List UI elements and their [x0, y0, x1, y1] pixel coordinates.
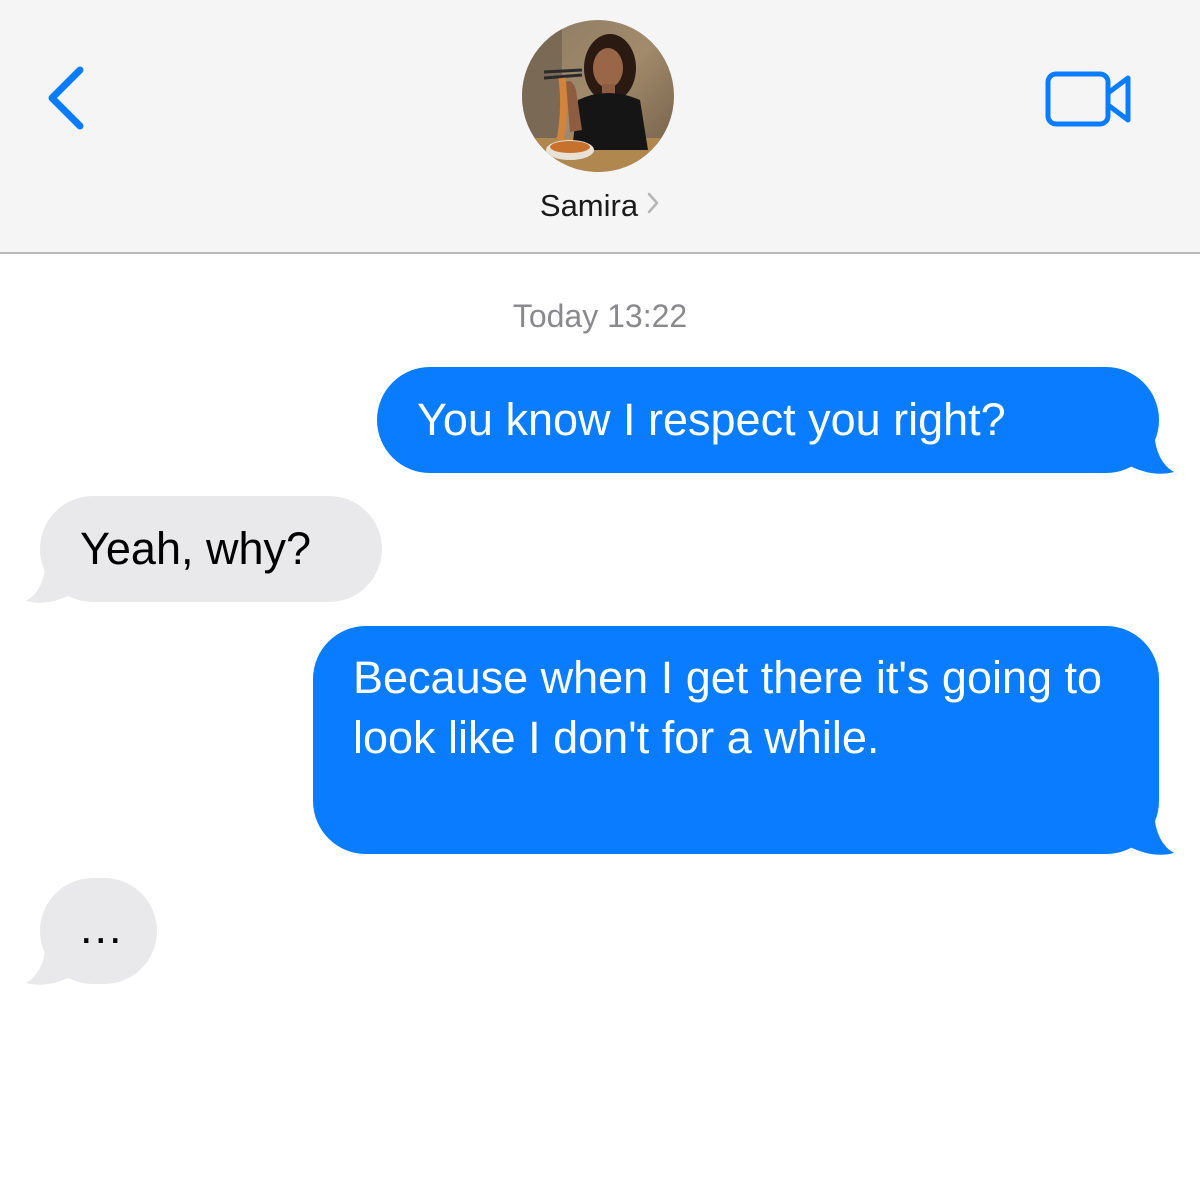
chevron-left-icon: [48, 66, 84, 130]
video-camera-icon: [1045, 71, 1131, 127]
received-bubble-tail: [26, 561, 78, 603]
chevron-right-icon: [646, 187, 660, 223]
sent-message-bubble[interactable]: Because when I get there it's going to l…: [313, 626, 1159, 854]
conversation-header: Samira: [0, 0, 1200, 254]
contact-avatar[interactable]: [522, 20, 674, 172]
sent-message-bubble[interactable]: You know I respect you right?: [377, 367, 1159, 473]
messages-screen: Samira Today 13:22 You know I respect yo…: [0, 0, 1200, 1199]
message-text: Yeah, why?: [80, 523, 312, 574]
message-text: Because when I get there it's going to l…: [353, 652, 1103, 763]
video-call-button[interactable]: [1040, 66, 1140, 132]
message-timestamp: Today 13:22: [512, 298, 688, 334]
back-button[interactable]: [40, 60, 100, 136]
received-message-bubble[interactable]: Yeah, why?: [40, 496, 382, 602]
contact-name-button[interactable]: Samira: [0, 188, 1200, 224]
avatar-photo: [522, 20, 674, 172]
contact-name: Samira: [539, 188, 639, 223]
message-text: ...: [80, 902, 124, 953]
message-text: You know I respect you right?: [417, 394, 1006, 445]
sent-bubble-tail: [1122, 813, 1174, 855]
received-bubble-tail: [26, 943, 78, 985]
